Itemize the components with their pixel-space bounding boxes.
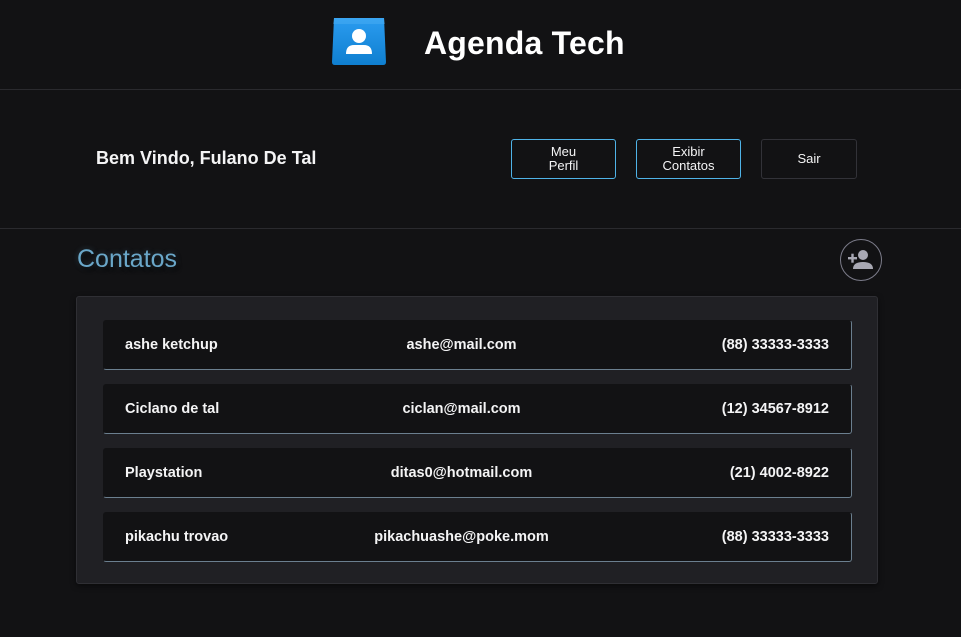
contact-row[interactable]: ashe ketchup ashe@mail.com (88) 33333-33… — [103, 320, 852, 370]
contact-email: ashe@mail.com — [406, 337, 517, 353]
my-profile-button[interactable]: Meu Perfil — [511, 139, 616, 179]
contact-email: pikachuashe@poke.mom — [374, 529, 549, 545]
contact-phone: (88) 33333-3333 — [721, 529, 829, 545]
welcome-bar: Bem Vindo, Fulano De Tal Meu Perfil Exib… — [0, 90, 961, 229]
contact-card-icon — [332, 18, 386, 65]
contact-row[interactable]: pikachu trovao pikachuashe@poke.mom (88)… — [103, 512, 852, 562]
logout-button[interactable]: Sair — [761, 139, 857, 179]
app-title: Agenda Tech — [424, 25, 625, 61]
app-header: Agenda Tech — [0, 0, 961, 90]
welcome-message: Bem Vindo, Fulano De Tal — [96, 148, 317, 168]
add-contact-button[interactable] — [840, 239, 882, 281]
contact-phone: (21) 4002-8922 — [729, 465, 829, 481]
contact-phone: (88) 33333-3333 — [721, 337, 829, 353]
contact-email: ciclan@mail.com — [402, 401, 521, 417]
contacts-list: ashe ketchup ashe@mail.com (88) 33333-33… — [76, 296, 878, 584]
add-person-icon — [848, 250, 873, 269]
contact-phone: (12) 34567-8912 — [721, 401, 829, 417]
contact-row[interactable]: Ciclano de tal ciclan@mail.com (12) 3456… — [103, 384, 852, 434]
show-contacts-button[interactable]: Exibir Contatos — [636, 139, 741, 179]
contact-email: ditas0@hotmail.com — [390, 465, 533, 481]
contact-row[interactable]: Playstation ditas0@hotmail.com (21) 4002… — [103, 448, 852, 498]
contacts-title: Contatos — [77, 245, 178, 273]
